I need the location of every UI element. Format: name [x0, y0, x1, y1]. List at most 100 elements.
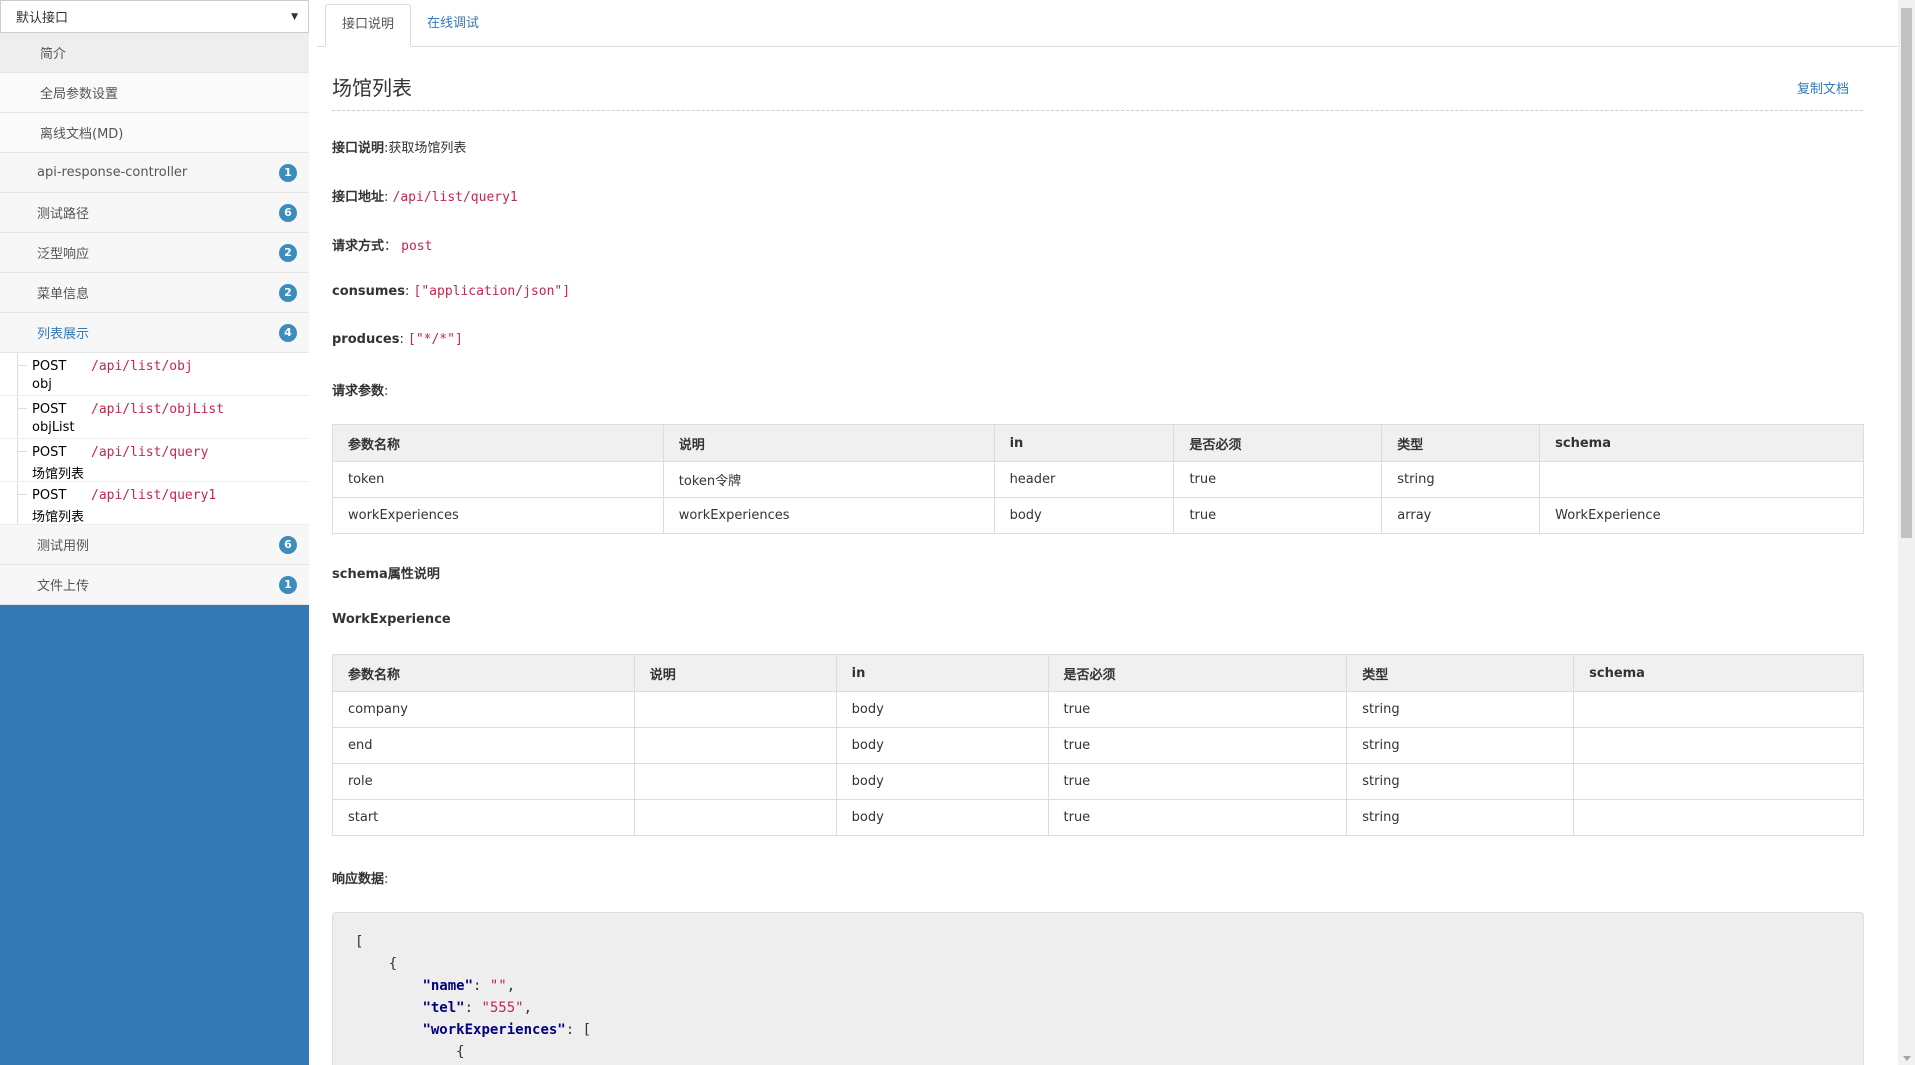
- field-colon: :: [399, 332, 408, 347]
- sidebar-item-label: 全局参数设置: [40, 87, 119, 102]
- api-group-select[interactable]: 默认接口 ▼: [0, 0, 309, 33]
- column-header: in: [835, 654, 1049, 692]
- column-header: schema: [1573, 654, 1864, 692]
- table-cell: true: [1047, 691, 1348, 728]
- scrollbar-thumb[interactable]: [1901, 8, 1912, 538]
- api-item-obj[interactable]: POST /api/list/obj obj: [0, 353, 309, 396]
- api-item-header: POST /api/list/query: [32, 443, 309, 461]
- api-method: POST: [32, 444, 67, 460]
- table-cell: [1573, 799, 1864, 836]
- table-cell: [1573, 691, 1864, 728]
- sidebar-tag-label: 泛型响应: [37, 247, 90, 262]
- table-cell: true: [1173, 497, 1383, 534]
- scroll-down-arrow-icon[interactable]: [1903, 1056, 1911, 1061]
- api-summary: objList: [32, 420, 75, 435]
- sidebar-tag-test-cases[interactable]: 测试用例 6: [0, 525, 309, 565]
- column-header: 类型: [1381, 424, 1541, 462]
- sidebar-item-global-params[interactable]: 全局参数设置: [0, 73, 309, 113]
- api-method: POST: [32, 487, 67, 503]
- table-cell: string: [1346, 763, 1575, 800]
- count-badge: 6: [279, 203, 297, 222]
- table-cell[interactable]: WorkExperience: [1539, 497, 1864, 534]
- scrollbar[interactable]: [1898, 0, 1915, 1065]
- field-url: 接口地址: /api/list/query1: [332, 186, 518, 205]
- table-cell: [633, 763, 837, 800]
- field-produces: produces: ["*/*"]: [332, 332, 463, 347]
- api-group-select-value: 默认接口: [16, 11, 69, 26]
- table-cell: token: [332, 461, 664, 498]
- table-cell: body: [835, 727, 1049, 764]
- count-badge: 1: [279, 163, 297, 182]
- api-item-header: POST /api/list/query1: [32, 486, 309, 504]
- table-cell: [633, 727, 837, 764]
- table-cell: body: [835, 763, 1049, 800]
- sidebar: 默认接口 ▼ 简介 全局参数设置 离线文档(MD) api-response-c…: [0, 0, 309, 1065]
- table-cell: true: [1047, 727, 1348, 764]
- table-cell: role: [332, 763, 635, 800]
- field-colon: :: [384, 872, 389, 887]
- sidebar-item-intro[interactable]: 简介: [0, 33, 309, 73]
- schema-name-heading: WorkExperience: [332, 612, 451, 627]
- field-label: 请求方式: [332, 239, 385, 254]
- field-colon: :: [405, 284, 414, 299]
- field-label: 响应数据: [332, 872, 385, 887]
- api-summary: 场馆列表: [32, 510, 85, 525]
- table-cell: start: [332, 799, 635, 836]
- field-value: /api/list/query1: [392, 190, 518, 205]
- table-cell: workExperiences: [662, 497, 995, 534]
- table-cell: company: [332, 691, 635, 728]
- copy-doc-link[interactable]: 复制文档: [1797, 78, 1849, 97]
- api-method: POST: [32, 358, 67, 374]
- tab-doc[interactable]: 接口说明: [325, 4, 412, 47]
- sidebar-tag-test-path[interactable]: 测试路径 6: [0, 193, 309, 233]
- sidebar-tag-label: api-response-controller: [37, 165, 188, 180]
- table-cell: true: [1047, 799, 1348, 836]
- table-cell: string: [1346, 691, 1575, 728]
- table-cell: [1573, 727, 1864, 764]
- json-key: "name": [422, 978, 474, 994]
- sidebar-tag-file-upload[interactable]: 文件上传 1: [0, 565, 309, 605]
- table-cell: body: [835, 799, 1049, 836]
- json-value: [: [582, 1022, 592, 1038]
- table-cell: string: [1346, 799, 1575, 836]
- sidebar-item-offline-doc[interactable]: 离线文档(MD): [0, 113, 309, 153]
- column-header: in: [993, 424, 1175, 462]
- sidebar-tag-api-response-controller[interactable]: api-response-controller 1: [0, 153, 309, 193]
- sidebar-tag-label: 测试路径: [37, 207, 90, 222]
- column-header: 参数名称: [332, 424, 664, 462]
- field-label: 接口地址: [332, 190, 385, 205]
- field-response: 响应数据:: [332, 868, 388, 887]
- table-row: end body true string: [332, 727, 1864, 764]
- field-value: post: [401, 239, 433, 254]
- table-cell: workExperiences: [332, 497, 664, 534]
- field-value: ["application/json"]: [413, 284, 571, 299]
- table-row: start body true string: [332, 799, 1864, 836]
- sidebar-tag-label: 菜单信息: [37, 287, 90, 302]
- divider: [332, 110, 1863, 111]
- api-item-objlist[interactable]: POST /api/list/objList objList: [0, 396, 309, 439]
- params-table: 参数名称 说明 in 是否必须 类型 schema token token令牌 …: [332, 424, 1864, 534]
- table-header-row: 参数名称 说明 in 是否必须 类型 schema: [332, 654, 1864, 692]
- api-summary: obj: [32, 377, 52, 392]
- field-colon: :: [384, 190, 393, 205]
- tab-debug[interactable]: 在线调试: [411, 4, 495, 46]
- table-cell: end: [332, 727, 635, 764]
- json-token: {: [388, 956, 398, 972]
- sidebar-tag-list-display[interactable]: 列表展示 4: [0, 313, 309, 353]
- api-item-header: POST /api/list/obj: [32, 357, 309, 375]
- sidebar-tag-generic-response[interactable]: 泛型响应 2: [0, 233, 309, 273]
- table-cell: true: [1173, 461, 1383, 498]
- sidebar-tag-menu-info[interactable]: 菜单信息 2: [0, 273, 309, 313]
- api-item-query[interactable]: POST /api/list/query 场馆列表: [0, 439, 309, 482]
- count-badge: 1: [279, 575, 297, 594]
- field-consumes: consumes: ["application/json"]: [332, 284, 570, 299]
- field-description: 接口说明:获取场馆列表: [332, 137, 466, 156]
- field-label: 请求参数: [332, 384, 385, 399]
- tab-bar: 接口说明 在线调试: [317, 4, 1899, 47]
- field-colon: :: [384, 384, 389, 399]
- api-item-query1[interactable]: POST /api/list/query1 场馆列表: [0, 482, 309, 525]
- table-cell: [633, 799, 837, 836]
- field-label: consumes: [332, 284, 405, 299]
- json-value: "555": [481, 1000, 524, 1016]
- column-header: 参数名称: [332, 654, 635, 692]
